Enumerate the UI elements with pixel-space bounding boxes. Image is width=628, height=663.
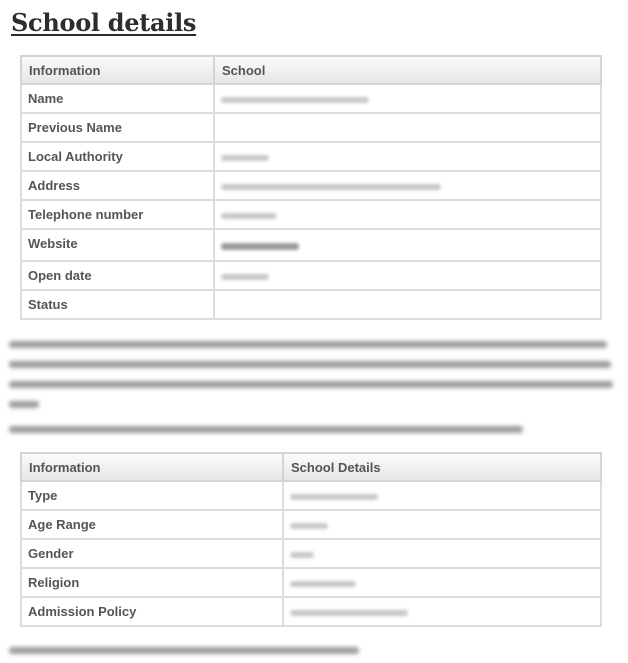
redacted-value [213,199,602,230]
redacted-paragraph [9,334,615,414]
row-label-religion: Religion [20,567,284,598]
table-header-row: Information School Details [20,452,602,482]
table-row: Previous Name [20,112,602,143]
row-label-previous-name: Previous Name [20,112,215,143]
table-row: Website [20,228,602,262]
empty-value [213,289,602,320]
row-label-open-date: Open date [20,260,215,291]
row-label-status: Status [20,289,215,320]
column-header-school-details: School Details [282,452,602,482]
row-label-gender: Gender [20,538,284,569]
redacted-value [282,567,602,598]
row-label-age-range: Age Range [20,509,284,540]
column-header-information: Information [20,452,284,482]
table-row: Open date [20,260,602,291]
column-header-information: Information [20,55,215,85]
table-header-row: Information School [20,55,602,85]
redacted-value [213,83,602,114]
page-title: School details [11,8,197,37]
school-info-table: Information School Name Previous Name Lo… [20,55,602,320]
redacted-value [213,260,602,291]
table-row: Religion [20,567,602,598]
school-details-table: Information School Details Type Age Rang… [20,452,602,627]
table-row: Name [20,83,602,114]
table-row: Telephone number [20,199,602,230]
table-row: Address [20,170,602,201]
table-row: Admission Policy [20,596,602,627]
redacted-website-link[interactable] [213,228,602,262]
table-row: Gender [20,538,602,569]
redacted-paragraph [9,419,615,439]
redacted-paragraph [9,640,615,660]
row-label-name: Name [20,83,215,114]
redacted-value [282,596,602,627]
redacted-value [282,538,602,569]
redacted-value [282,480,602,511]
empty-value [213,112,602,143]
table-row: Status [20,289,602,320]
row-label-local-authority: Local Authority [20,141,215,172]
row-label-telephone: Telephone number [20,199,215,230]
table-row: Age Range [20,509,602,540]
table-row: Type [20,480,602,511]
row-label-admission-policy: Admission Policy [20,596,284,627]
row-label-website: Website [20,228,215,262]
table-row: Local Authority [20,141,602,172]
redacted-value [213,170,602,201]
redacted-value [213,141,602,172]
column-header-school: School [213,55,602,85]
row-label-address: Address [20,170,215,201]
redacted-value [282,509,602,540]
row-label-type: Type [20,480,284,511]
